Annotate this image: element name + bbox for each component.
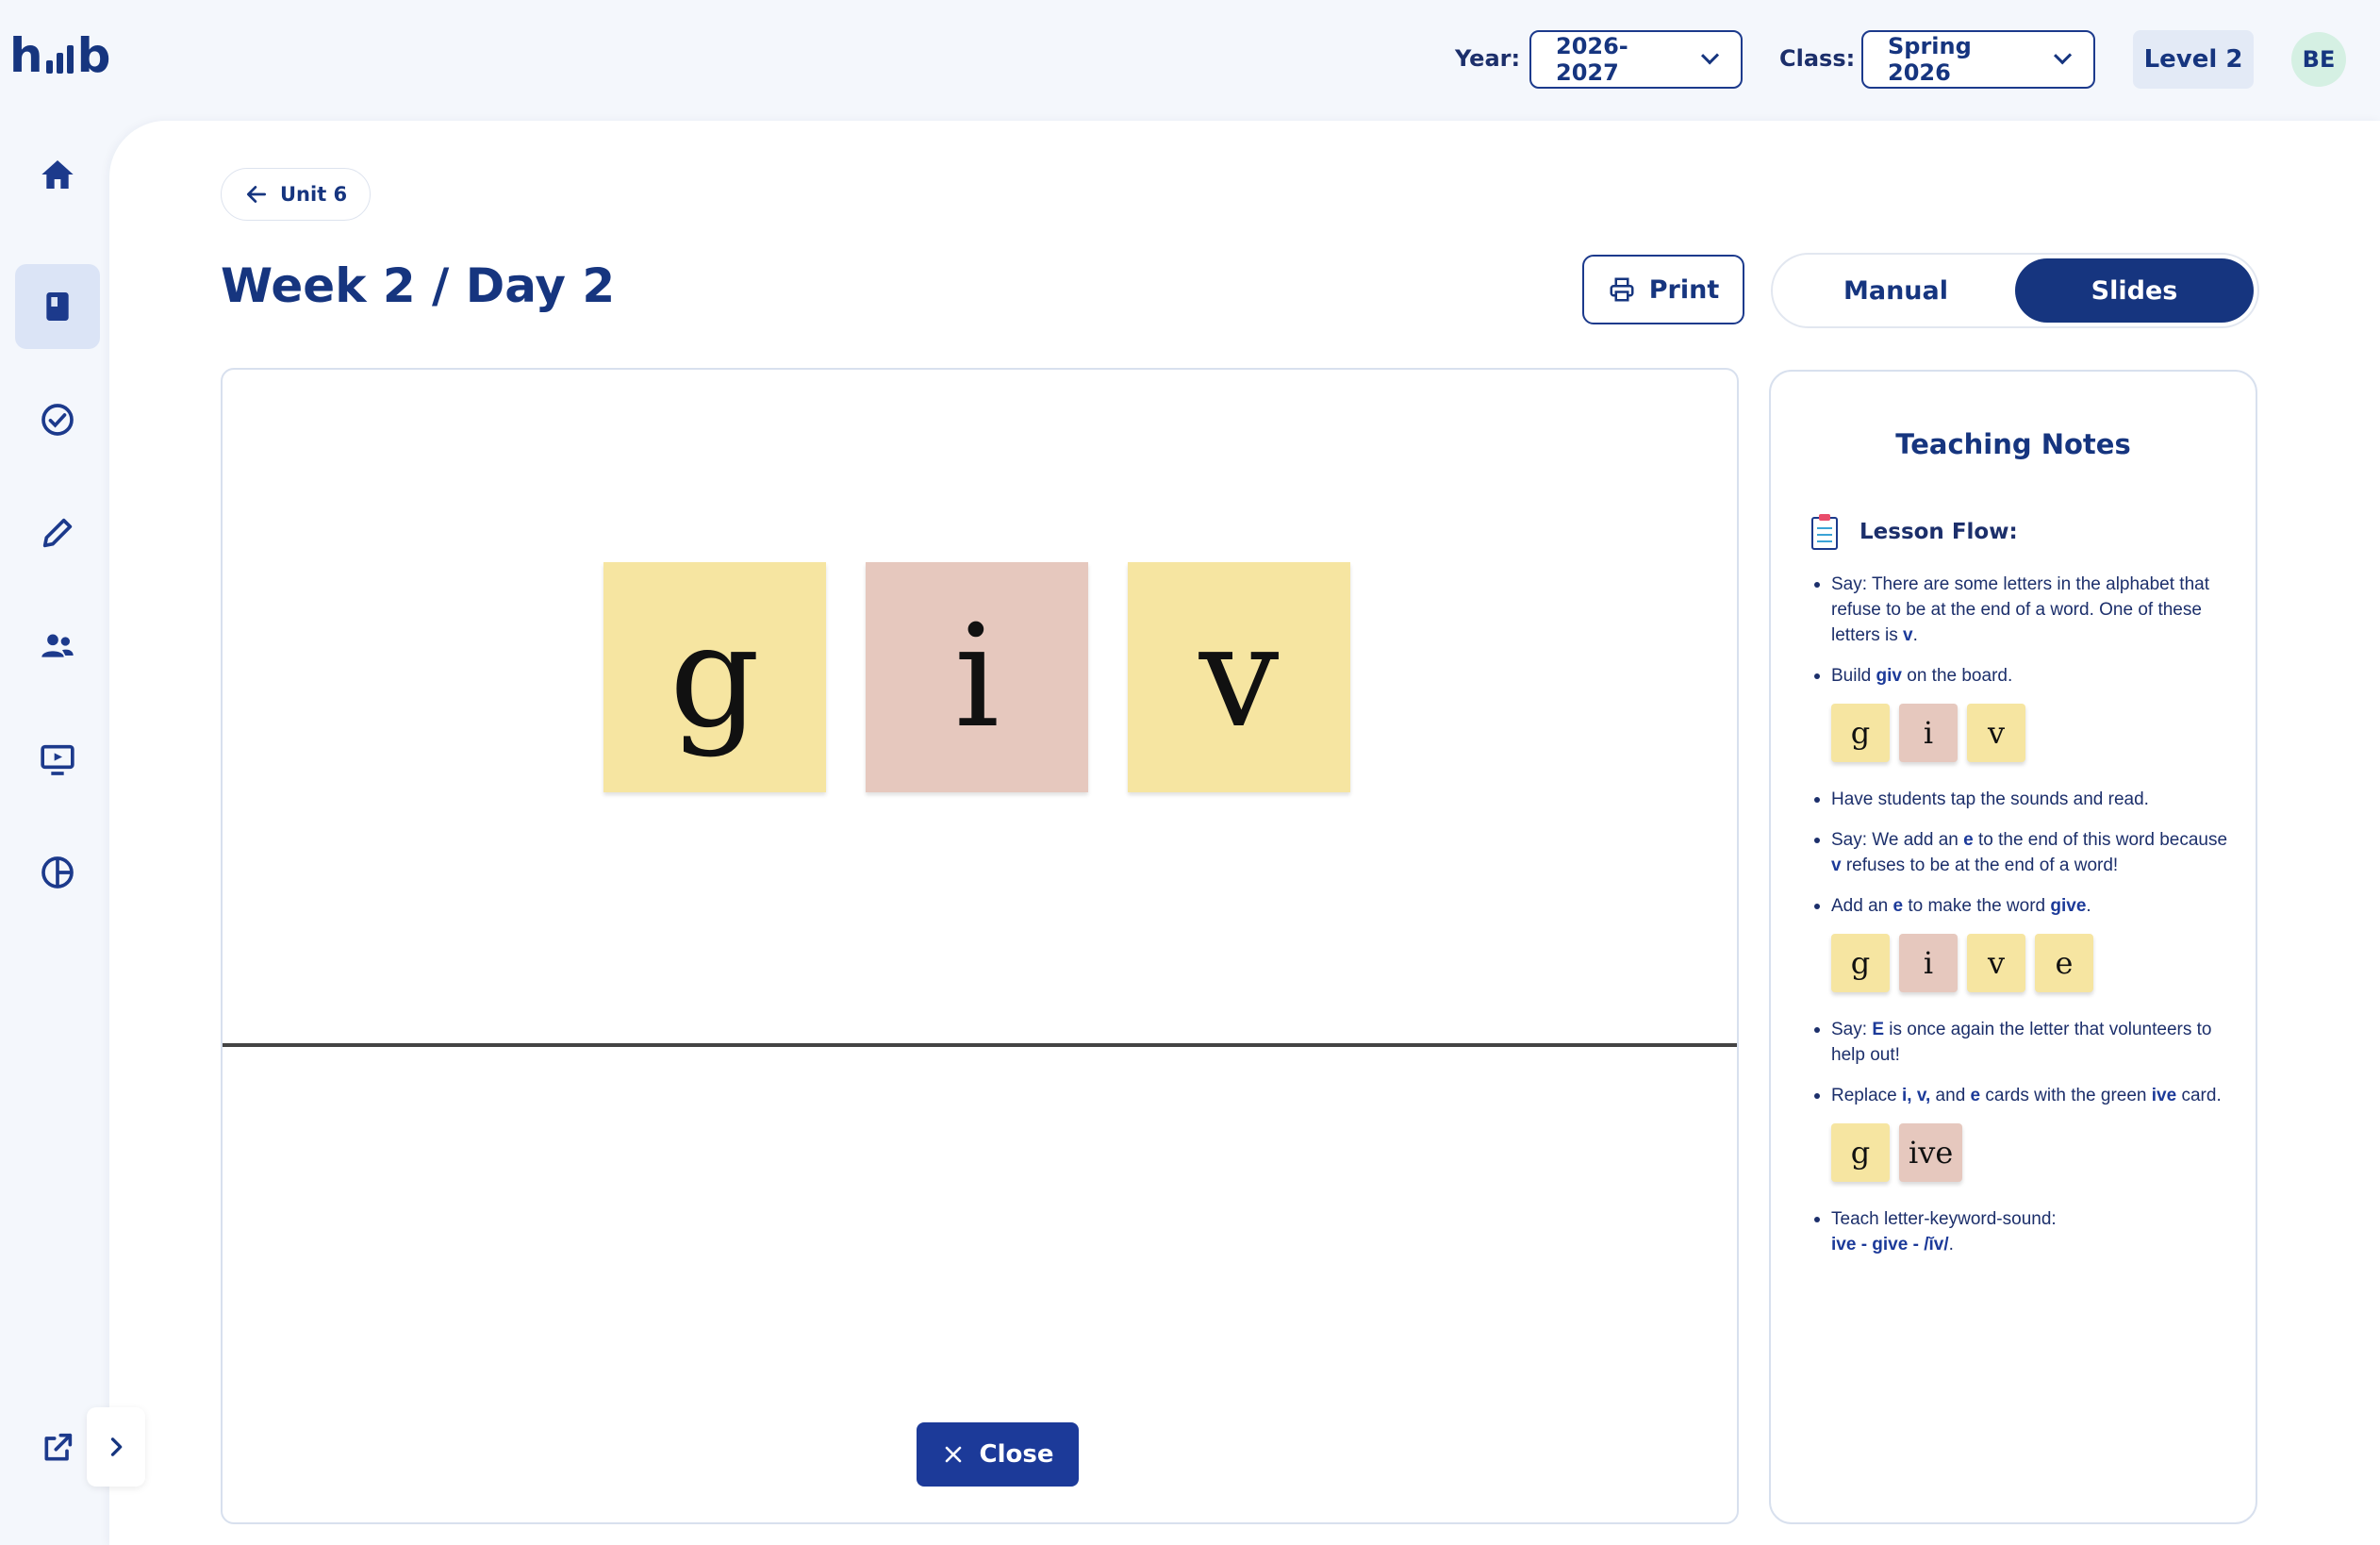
back-to-unit-button[interactable]: Unit 6 [221,168,372,221]
toggle-slides[interactable]: Slides [2015,258,2254,323]
mini-tile-row: g ive [1812,1123,2237,1182]
class-label: Class: [1779,45,1856,72]
monitor-play-icon [41,744,74,775]
list-item: Say: There are some letters in the alpha… [1812,572,2237,648]
mini-tile-row: g i v [1812,704,2237,762]
letter-tile[interactable]: g [603,562,826,792]
mini-tile: i [1899,704,1958,762]
page-title: Week 2 / Day 2 [221,258,616,313]
sidebar-item-home[interactable] [15,132,100,217]
clipboard-icon [1811,514,1838,550]
mini-tile: e [2035,934,2093,992]
sidebar-item-reports[interactable] [15,830,100,915]
lesson-flow-heading: Lesson Flow: [1810,513,2018,551]
back-label: Unit 6 [280,183,348,206]
chevron-down-icon [1700,46,1720,65]
list-item: Build giv on the board. [1812,663,2237,689]
sidebar-item-presentation[interactable] [15,717,100,802]
mini-tile: g [1831,1123,1890,1182]
mini-tile: v [1967,934,2025,992]
slide-area: g i v Close [221,368,1739,1524]
home-icon [41,160,74,189]
chevron-right-icon [110,1437,123,1456]
mini-tile-row: g i v e [1812,934,2237,992]
year-value: 2026-2027 [1556,33,1628,86]
pie-chart-icon [41,856,74,889]
print-button[interactable]: Print [1582,255,1744,324]
check-circle-icon [41,404,74,436]
notes-title: Teaching Notes [1895,428,2131,460]
sidebar [0,121,109,1545]
list-item: Teach letter-keyword-sound: ive - give - … [1812,1206,2237,1257]
letter-tiles: g i v [603,562,1350,792]
top-bar: hb Year: 2026-2027 Class: Spring 2026 Le… [0,0,2380,121]
close-icon [945,1446,961,1463]
year-label: Year: [1455,45,1521,72]
avatar[interactable]: BE [2291,32,2346,87]
chevron-down-icon [2053,46,2072,65]
sidebar-item-assessments[interactable] [15,377,100,462]
main-panel: Unit 6 Week 2 / Day 2 Print Manual Slide… [109,121,2380,1545]
toggle-manual[interactable]: Manual [1777,258,2015,323]
list-item: Add an e to make the word give. [1812,893,2237,919]
sidebar-expand-button[interactable] [87,1407,145,1487]
list-item: Say: E is once again the letter that vol… [1812,1017,2237,1068]
close-label: Close [979,1440,1054,1469]
view-toggle: Manual Slides [1771,253,2259,328]
print-label: Print [1648,274,1720,305]
class-select[interactable]: Spring 2026 [1861,30,2095,89]
mini-tile: v [1967,704,2025,762]
pencil-icon [42,518,73,548]
list-item: Replace i, v, and e cards with the green… [1812,1083,2237,1108]
mini-tile: g [1831,934,1890,992]
list-item: Have students tap the sounds and read. [1812,787,2237,812]
level-badge: Level 2 [2133,30,2254,89]
letter-tile[interactable]: v [1128,562,1350,792]
year-select[interactable]: 2026-2027 [1529,30,1743,89]
board-divider [223,1043,1737,1047]
people-icon [41,634,74,657]
mini-tile: g [1831,704,1890,762]
list-item: Say: We add an e to the end of this word… [1812,827,2237,878]
sidebar-item-edit[interactable] [15,490,100,575]
hub-logo[interactable]: hb [9,28,110,83]
external-link-icon [44,1433,73,1461]
book-icon [46,292,69,321]
printer-icon [1610,277,1634,302]
sidebar-item-lessons[interactable] [15,264,100,349]
sidebar-item-students[interactable] [15,604,100,689]
arrow-left-icon [246,186,267,203]
teaching-notes-panel: Teaching Notes Lesson Flow: Say: There a… [1769,370,2257,1524]
close-button[interactable]: Close [917,1422,1079,1487]
mini-tile: i [1899,934,1958,992]
mini-tile: ive [1899,1123,1963,1182]
class-value: Spring 2026 [1888,33,1972,86]
logo-bars [45,45,74,74]
lesson-flow-list: Say: There are some letters in the alpha… [1812,572,2237,1272]
lesson-flow-label: Lesson Flow: [1859,520,2018,544]
letter-tile[interactable]: i [866,562,1088,792]
